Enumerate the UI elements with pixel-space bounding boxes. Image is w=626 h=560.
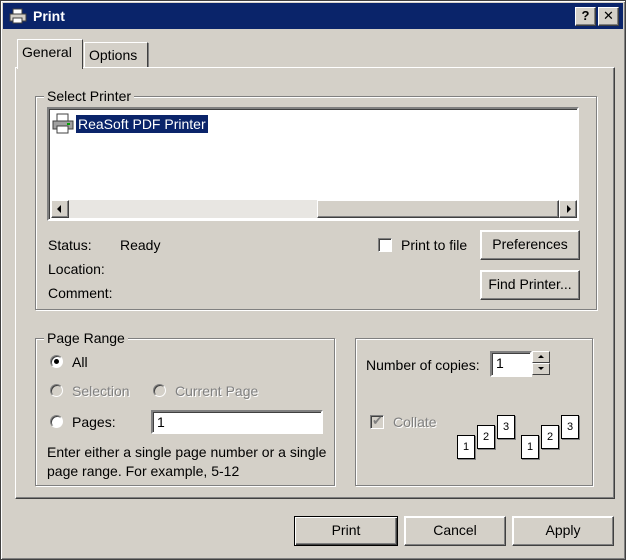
collate-page: 2: [477, 425, 495, 449]
current-page-radio: [153, 384, 166, 397]
scroll-right-button[interactable]: [559, 200, 577, 218]
title-bar[interactable]: Print ? ✕: [3, 3, 623, 29]
pages-input[interactable]: 1: [151, 410, 323, 434]
collate-checkbox: ✔: [370, 413, 384, 429]
page-range-label: Page Range: [44, 330, 128, 346]
selection-radio: [50, 384, 63, 397]
arrow-left-icon: [57, 205, 61, 213]
collate-page: 2: [541, 425, 559, 449]
collate-page: 1: [457, 435, 475, 459]
printer-icon: [9, 8, 27, 24]
print-to-file-label[interactable]: Print to file: [401, 237, 467, 253]
checkmark-icon: ✔: [372, 413, 383, 428]
pages-radio[interactable]: [50, 415, 63, 428]
printer-icon: [52, 113, 74, 135]
number-of-copies-label: Number of copies:: [366, 357, 480, 373]
copies-spin-down[interactable]: [532, 363, 550, 375]
status-value: Ready: [120, 237, 161, 253]
copies-input[interactable]: 1: [490, 351, 532, 377]
current-page-label: Current Page: [175, 383, 259, 399]
print-dialog: Print ? ✕ General Options Select Printer…: [0, 0, 626, 560]
location-label: Location:: [48, 261, 105, 277]
scroll-left-button[interactable]: [51, 200, 69, 218]
help-button[interactable]: ?: [575, 7, 596, 26]
collate-page: 3: [497, 415, 515, 439]
all-label[interactable]: All: [72, 354, 88, 370]
collate-page: 1: [521, 435, 539, 459]
spin-up-icon: [538, 355, 544, 358]
selection-label: Selection: [72, 383, 130, 399]
horizontal-scrollbar[interactable]: [51, 200, 577, 218]
cancel-button[interactable]: Cancel: [404, 516, 506, 546]
collate-label: Collate: [393, 414, 437, 430]
window-title: Print: [33, 8, 65, 24]
apply-button[interactable]: Apply: [512, 516, 614, 546]
radio-selected-dot: [54, 359, 59, 364]
copies-spin-up[interactable]: [532, 351, 550, 363]
close-button[interactable]: ✕: [598, 7, 619, 26]
spin-down-icon: [538, 367, 544, 370]
print-button[interactable]: Print: [294, 516, 398, 546]
status-label: Status:: [48, 237, 92, 253]
page-range-help-text: Enter either a single page number or a s…: [47, 444, 327, 479]
printer-name: ReaSoft PDF Printer: [76, 115, 208, 133]
tab-general[interactable]: General: [17, 39, 83, 69]
tab-options[interactable]: Options: [84, 42, 149, 68]
printer-list[interactable]: ReaSoft PDF Printer: [47, 107, 579, 221]
find-printer-button[interactable]: Find Printer...: [480, 270, 580, 300]
select-printer-label: Select Printer: [44, 88, 135, 104]
print-to-file-checkbox[interactable]: [378, 238, 392, 252]
arrow-right-icon: [567, 205, 571, 213]
pages-label[interactable]: Pages:: [72, 414, 116, 430]
comment-label: Comment:: [48, 285, 113, 301]
preferences-button[interactable]: Preferences: [480, 230, 580, 260]
collate-page: 3: [561, 415, 579, 439]
all-radio[interactable]: [50, 355, 63, 368]
scroll-thumb[interactable]: [317, 200, 559, 218]
